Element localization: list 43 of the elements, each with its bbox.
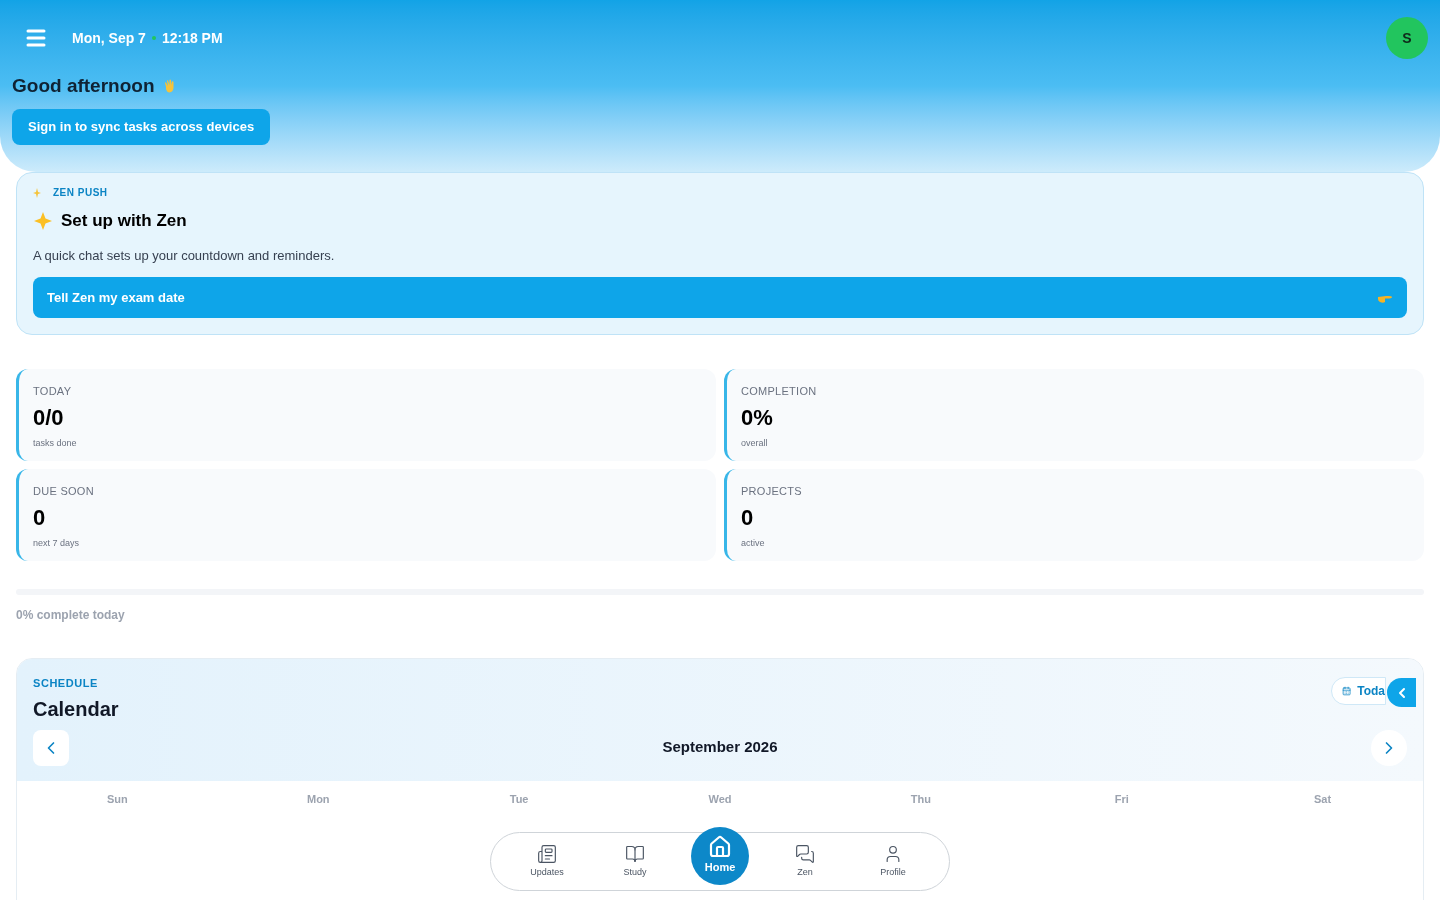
home-icon [708, 835, 732, 860]
calendar-icon [1342, 684, 1352, 698]
stat-label: COMPLETION [741, 384, 818, 399]
today-button[interactable]: Toda [1331, 677, 1386, 705]
stat-value: 0 [741, 503, 755, 531]
nav-tab[interactable]: Profile [861, 843, 925, 880]
nav-tab[interactable]: Home [691, 826, 749, 885]
stat-caption: next 7 days [33, 537, 81, 550]
weekday-label: Fri [1113, 792, 1130, 807]
newspaper-icon [537, 843, 557, 864]
weekday-label: Tue [508, 792, 530, 807]
zen-description: A quick chat sets up your countdown and reminders. [33, 246, 336, 265]
weekday-label: Wed [707, 792, 733, 807]
calendar-title: Calendar [33, 696, 119, 722]
nav-tab[interactable]: Zen [773, 843, 837, 880]
schedule-label: SCHEDULE [33, 676, 99, 691]
weekday-label: Mon [305, 792, 331, 807]
nav-tab[interactable]: Study [603, 843, 667, 880]
stat-label: TODAY [33, 384, 73, 399]
sparkle-icon [33, 187, 41, 198]
progress-caption: 0% complete today [16, 607, 126, 624]
star-icon [33, 210, 53, 231]
stat-caption: tasks done [33, 437, 78, 450]
time-text: 12:18 PM [161, 29, 223, 48]
greeting-heading: Good afternoon [12, 74, 155, 98]
stat-value: 0/0 [33, 403, 65, 431]
month-title: September 2026 [661, 737, 779, 758]
stat-caption: overall [741, 437, 769, 450]
date-text: Mon, Sep 7 [72, 29, 146, 48]
weekday-label: Thu [909, 792, 932, 807]
stat-value: 0% [741, 403, 774, 431]
weekday-label: Sun [106, 792, 129, 807]
stat-label: PROJECTS [741, 484, 803, 499]
avatar[interactable]: S [1386, 17, 1428, 59]
nav-tab[interactable]: Updates [515, 843, 579, 880]
weekday-label: Sat [1313, 792, 1333, 807]
stat-label: DUE SOON [33, 484, 95, 499]
stat-value: 0 [33, 503, 47, 531]
book-icon [625, 843, 645, 864]
zen-push-label: ZEN PUSH [53, 186, 108, 200]
chat-icon [795, 843, 815, 864]
stat-caption: active [741, 537, 766, 550]
zen-title: Set up with Zen [61, 210, 187, 232]
